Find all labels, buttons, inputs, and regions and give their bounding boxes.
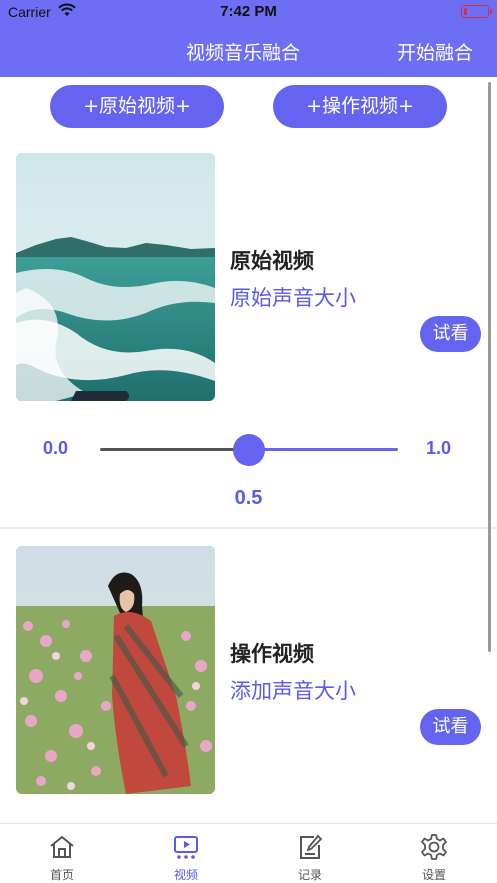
scrollbar[interactable] [488, 82, 491, 652]
tab-settings-label: 设置 [421, 868, 446, 882]
gear-icon [420, 833, 448, 861]
home-icon [48, 833, 76, 861]
battery-icon [461, 5, 492, 18]
tab-home-label: 首页 [49, 868, 74, 882]
slider-min-label: 0.0 [43, 438, 69, 458]
original-video-title: 原始视频 [230, 249, 314, 273]
original-volume-label: 原始声音大小 [230, 286, 356, 310]
tab-bar: 首页 视频 记录 设置 [0, 823, 497, 883]
video-icon [172, 833, 200, 861]
operate-video-title: 操作视频 [230, 642, 314, 666]
slider-track-filled [100, 448, 249, 451]
preview-original-button[interactable]: 试看 [420, 316, 481, 352]
edit-icon [296, 833, 324, 861]
slider-track-remaining [249, 448, 398, 451]
tab-settings[interactable]: 设置 [394, 824, 474, 883]
operate-volume-label: 添加声音大小 [230, 679, 356, 703]
slider-max-label: 1.0 [426, 438, 452, 458]
tab-video[interactable]: 视频 [146, 824, 226, 883]
add-operate-video-button[interactable]: +操作视频+ [273, 85, 447, 128]
slider-knob[interactable] [233, 434, 265, 466]
status-bar: Carrier 7:42 PM [0, 0, 497, 24]
original-video-thumbnail[interactable] [16, 153, 215, 401]
section-divider [0, 527, 497, 529]
tab-video-label: 视频 [173, 868, 198, 882]
tab-records-label: 记录 [297, 868, 322, 882]
add-original-video-button[interactable]: +原始视频+ [50, 85, 224, 128]
tab-records[interactable]: 记录 [270, 824, 350, 883]
tab-home[interactable]: 首页 [22, 824, 102, 883]
preview-operate-button[interactable]: 试看 [420, 709, 481, 745]
volume-slider[interactable] [100, 434, 398, 466]
clock: 7:42 PM [220, 3, 277, 20]
page-title: 视频音乐融合 [186, 42, 301, 64]
operate-video-thumbnail[interactable] [16, 546, 215, 794]
nav-bar: 视频音乐融合 开始融合 [0, 24, 497, 77]
slider-value-label: 0.5 [234, 487, 263, 509]
start-merge-button[interactable]: 开始融合 [397, 38, 473, 65]
